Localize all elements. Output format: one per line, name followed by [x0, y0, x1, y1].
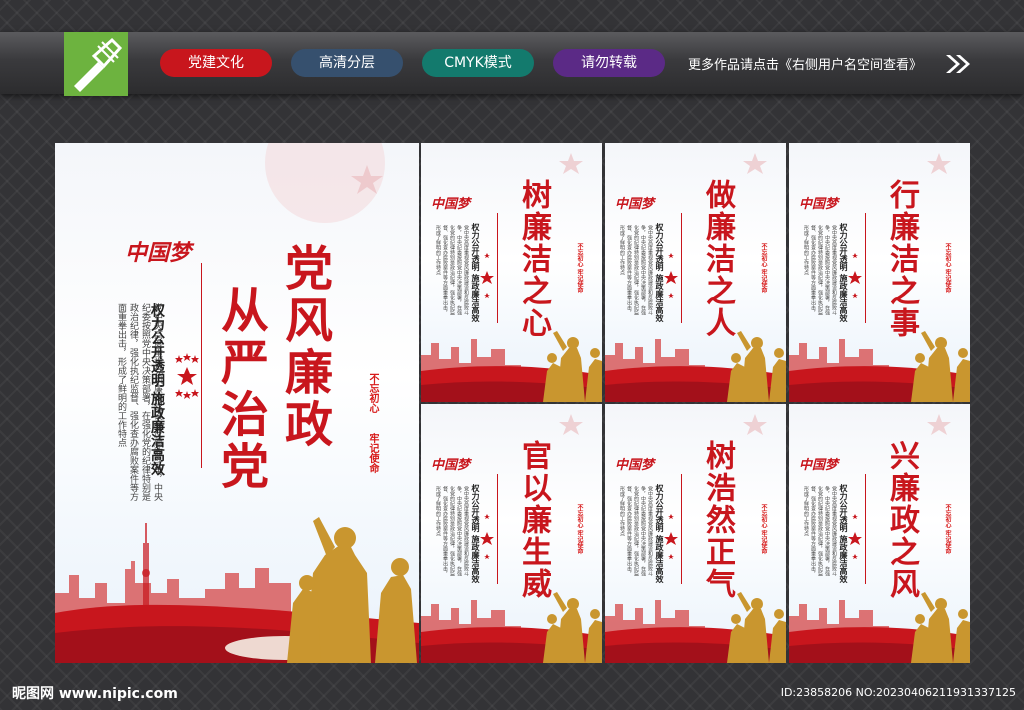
small-slogan: 不忘初心 牢记使命 — [944, 504, 951, 555]
small-subtitle: 权力公开透明 施政廉洁高效 — [839, 223, 849, 322]
main-subtitle: 权力公开透明 施政廉洁高效 — [149, 303, 165, 476]
tag-cmyk-mode[interactable]: CMYK模式 — [422, 49, 534, 77]
divider-line — [681, 474, 682, 584]
china-dream-brand: 中国梦 — [615, 197, 655, 212]
main-poster: 中国梦 党中央高度重视党风廉政建设和反腐败斗争，中央纪委按照党中央决策部署，在强… — [55, 143, 419, 663]
pen-nib-icon — [74, 37, 123, 92]
divider-line — [497, 213, 498, 323]
small-body-text: 党中央高度重视党风廉政建设和反腐败斗争，中央纪委按照党中央决策部署，在强化党的纪… — [435, 225, 469, 315]
small-poster-2: 中国梦党中央高度重视党风廉政建设和反腐败斗争，中央纪委按照党中央决策部署，在强化… — [605, 143, 786, 402]
china-dream-brand: 中国梦 — [125, 240, 192, 266]
tag-hd-layers[interactable]: 高清分层 — [291, 49, 403, 77]
divider-line — [681, 213, 682, 323]
site-watermark: 昵图网 www.nipic.com — [12, 686, 178, 702]
small-subtitle: 权力公开透明 施政廉洁高效 — [655, 223, 665, 322]
small-poster-title: 树廉洁之心 — [516, 179, 551, 339]
small-body-text: 党中央高度重视党风廉政建设和反腐败斗争，中央纪委按照党中央决策部署，在强化党的纪… — [435, 486, 469, 576]
small-poster-title: 行廉洁之事 — [884, 179, 919, 339]
small-poster-5: 中国梦党中央高度重视党风廉政建设和反腐败斗争，中央纪委按照党中央决策部署，在强化… — [605, 404, 786, 663]
china-dream-brand: 中国梦 — [799, 458, 839, 473]
site-logo[interactable] — [64, 32, 128, 96]
main-title-line2: 从严治党 — [212, 285, 268, 493]
small-poster-title: 树浩然正气 — [700, 440, 735, 600]
small-body-text: 党中央高度重视党风廉政建设和反腐败斗争，中央纪委按照党中央决策部署，在强化党的纪… — [803, 486, 837, 576]
small-slogan: 不忘初心 牢记使命 — [760, 504, 767, 555]
more-works-notice[interactable]: 更多作品请点击《右侧用户名空间查看》 — [688, 54, 922, 73]
tag-party-culture[interactable]: 党建文化 — [160, 49, 272, 77]
main-title-line1: 党风廉政 — [276, 243, 332, 451]
small-poster-4: 中国梦党中央高度重视党风廉政建设和反腐败斗争，中央纪委按照党中央决策部署，在强化… — [421, 404, 602, 663]
divider-line — [865, 474, 866, 584]
small-slogan: 不忘初心 牢记使命 — [576, 504, 583, 555]
china-dream-brand: 中国梦 — [615, 458, 655, 473]
small-slogan: 不忘初心 牢记使命 — [760, 243, 767, 294]
image-id: ID:23858206 NO:20230406211931337125 — [780, 686, 1016, 699]
small-body-text: 党中央高度重视党风廉政建设和反腐败斗争，中央纪委按照党中央决策部署，在强化党的纪… — [619, 486, 653, 576]
double-arrow-icon[interactable] — [944, 53, 972, 75]
small-subtitle: 权力公开透明 施政廉洁高效 — [655, 484, 665, 583]
small-poster-6: 中国梦党中央高度重视党风廉政建设和反腐败斗争，中央纪委按照党中央决策部署，在强化… — [789, 404, 970, 663]
small-poster-1: 中国梦党中央高度重视党风廉政建设和反腐败斗争，中央纪委按照党中央决策部署，在强化… — [421, 143, 602, 402]
small-slogan: 不忘初心 牢记使命 — [576, 243, 583, 294]
slogan-top: 不忘初心 — [367, 373, 378, 413]
china-dream-brand: 中国梦 — [799, 197, 839, 212]
divider-line — [201, 263, 202, 468]
small-slogan: 不忘初心 牢记使命 — [944, 243, 951, 294]
tag-no-repost[interactable]: 请勿转载 — [553, 49, 665, 77]
small-body-text: 党中央高度重视党风廉政建设和反腐败斗争，中央纪委按照党中央决策部署，在强化党的纪… — [803, 225, 837, 315]
small-subtitle: 权力公开透明 施政廉洁高效 — [471, 484, 481, 583]
small-subtitle: 权力公开透明 施政廉洁高效 — [839, 484, 849, 583]
small-poster-title: 做廉洁之人 — [700, 179, 735, 339]
small-poster-3: 中国梦党中央高度重视党风廉政建设和反腐败斗争，中央纪委按照党中央决策部署，在强化… — [789, 143, 970, 402]
china-dream-brand: 中国梦 — [431, 458, 471, 473]
china-dream-brand: 中国梦 — [431, 197, 471, 212]
small-poster-title: 官以廉生威 — [516, 440, 551, 600]
small-subtitle: 权力公开透明 施政廉洁高效 — [471, 223, 481, 322]
small-body-text: 党中央高度重视党风廉政建设和反腐败斗争，中央纪委按照党中央决策部署，在强化党的纪… — [619, 225, 653, 315]
divider-line — [865, 213, 866, 323]
small-poster-title: 兴廉政之风 — [884, 440, 919, 600]
divider-line — [497, 474, 498, 584]
slogan-bottom: 牢记使命 — [367, 433, 378, 473]
